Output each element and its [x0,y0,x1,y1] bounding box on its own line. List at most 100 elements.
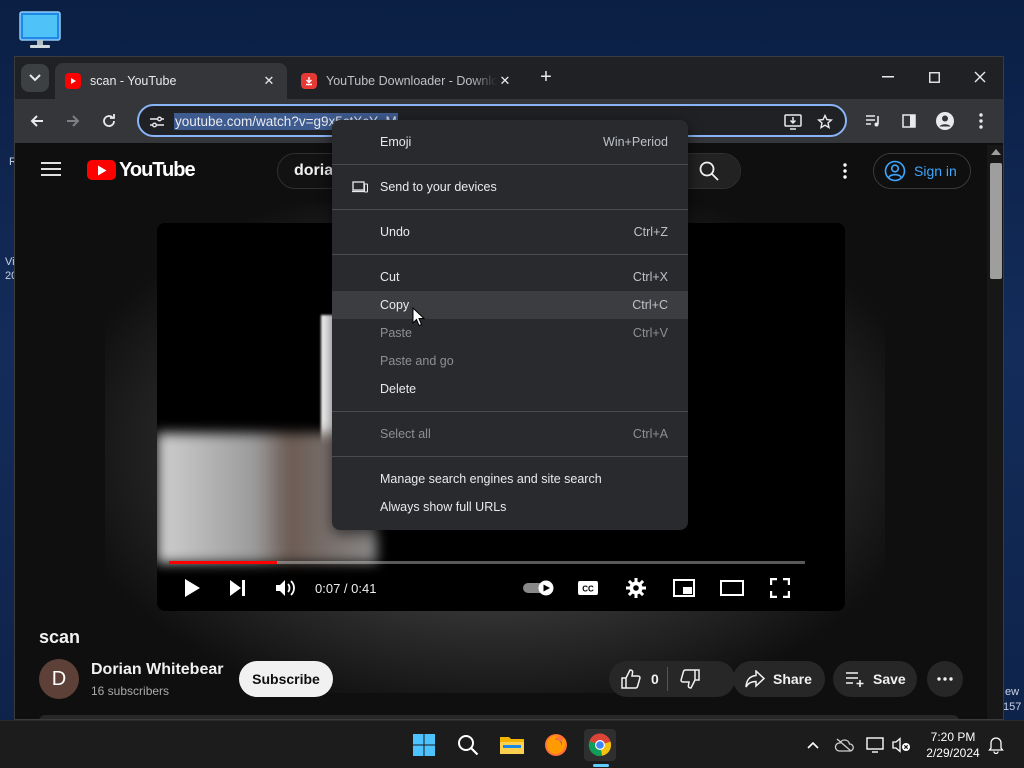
close-tab-icon[interactable]: ✕ [261,73,277,89]
menu-cut[interactable]: Cut Ctrl+X [332,263,688,291]
like-button[interactable]: 0 [609,669,659,689]
more-vertical-icon [979,113,983,129]
fullscreen-button[interactable] [765,573,795,603]
reload-button[interactable] [95,107,123,135]
menu-item-shortcut: Ctrl+X [632,270,668,284]
firefox-icon[interactable] [540,729,572,761]
install-app-icon[interactable] [782,111,804,133]
menu-item-label: Paste [380,326,412,340]
active-app-indicator [593,764,609,767]
site-info-icon[interactable] [147,112,167,132]
notification-bell-icon[interactable] [986,735,1006,755]
desktop-monitor-icon[interactable] [18,10,62,50]
channel-avatar[interactable]: D [39,659,79,699]
menu-send-to-devices[interactable]: Send to your devices [332,173,688,201]
gear-icon [626,578,646,598]
settings-more-button[interactable] [833,159,857,183]
menu-item-label: Select all [380,427,431,441]
menu-item-label: Delete [380,382,417,396]
mute-button[interactable] [271,573,301,603]
scroll-up-arrow-icon[interactable] [991,149,1001,155]
menu-item-label: Send to your devices [380,180,497,194]
hamburger-menu-icon [41,162,61,176]
menu-always-show-full-urls[interactable]: Always show full URLs [332,493,688,521]
menu-item-shortcut: Ctrl+V [632,326,668,340]
more-actions-button[interactable] [927,661,963,697]
scrollbar-thumb[interactable] [990,163,1002,279]
youtube-favicon [65,73,81,89]
menu-item-label: Copy [380,298,410,312]
media-control-button[interactable] [859,107,887,135]
menu-manage-search-engines[interactable]: Manage search engines and site search [332,465,688,493]
menu-item-label: Cut [380,270,400,284]
new-tab-button[interactable]: + [535,67,557,89]
play-button[interactable] [177,573,207,603]
menu-delete[interactable]: Delete [332,375,688,403]
back-button[interactable] [23,107,51,135]
subscriber-count: 16 subscribers [91,684,170,698]
side-panel-button[interactable] [895,107,923,135]
like-divider [666,667,668,691]
youtube-logo[interactable]: YouTube [87,158,196,181]
forward-button[interactable] [59,107,87,135]
page-scrollbar[interactable] [987,145,1003,719]
menu-paste-and-go[interactable]: Paste and go [332,347,688,375]
more-horizontal-icon [937,677,953,681]
profile-button[interactable] [931,107,959,135]
share-label: Share [773,671,812,687]
chrome-icon[interactable] [584,729,616,761]
channel-name[interactable]: Dorian Whitebear [91,661,223,679]
close-icon [974,71,986,83]
autoplay-toggle-icon [523,580,554,596]
network-icon[interactable] [866,735,886,755]
chevron-down-icon [29,74,41,82]
devices-icon [352,180,368,194]
tab-title: YouTube Downloader - Download [326,74,497,88]
onedrive-icon[interactable] [834,735,854,755]
maximize-button[interactable] [911,63,957,91]
bookmark-star-icon[interactable] [814,111,836,133]
menu-item-label: Emoji [380,135,412,149]
menu-paste[interactable]: Paste Ctrl+V [332,319,688,347]
search-icon[interactable] [452,729,484,761]
sign-in-label: Sign in [914,163,957,179]
chrome-menu-button[interactable] [967,107,995,135]
menu-emoji[interactable]: Emoji Win+Period [332,128,688,156]
theater-mode-button[interactable] [717,573,747,603]
save-button[interactable]: Save [833,661,917,697]
windows-start-icon[interactable] [408,729,440,761]
show-hidden-icons-button[interactable] [803,735,823,755]
minimize-button[interactable] [865,63,911,91]
menu-select-all[interactable]: Select all Ctrl+A [332,420,688,448]
desktop-label-fragment: 157 [1003,701,1022,713]
menu-item-shortcut: Win+Period [603,135,668,149]
tab-youtube[interactable]: scan - YouTube ✕ [55,63,287,99]
menu-undo[interactable]: Undo Ctrl+Z [332,218,688,246]
miniplayer-button[interactable] [669,573,699,603]
menu-item-shortcut: Ctrl+Z [633,225,668,239]
menu-copy[interactable]: Copy Ctrl+C [332,291,688,319]
next-button[interactable] [223,573,253,603]
sign-in-button[interactable]: Sign in [873,153,971,189]
close-window-button[interactable] [957,63,1003,91]
file-explorer-icon[interactable] [496,729,528,761]
autoplay-toggle[interactable] [521,573,557,603]
guide-menu-button[interactable] [39,157,63,181]
volume-muted-icon[interactable] [892,735,912,755]
svg-text:CC: CC [582,585,594,594]
media-queue-icon [866,115,879,127]
system-clock[interactable]: 7:20 PM 2/29/2024 [918,729,988,761]
subtitles-button[interactable]: CC [573,573,603,603]
tab-search-button[interactable] [21,64,49,92]
youtube-wordmark: YouTube [119,158,196,181]
dislike-button[interactable] [676,669,700,689]
share-button[interactable]: Share [733,661,825,697]
settings-button[interactable] [621,573,651,603]
youtube-play-logo-icon [87,160,116,180]
side-panel-icon [902,114,916,128]
subscribe-button[interactable]: Subscribe [239,661,333,697]
close-tab-icon[interactable]: ✕ [497,73,513,89]
time-display: 0:07 / 0:41 [315,581,377,596]
tab-youtube-downloader[interactable]: YouTube Downloader - Download ✕ [291,63,523,99]
tab-title: scan - YouTube [90,74,177,88]
